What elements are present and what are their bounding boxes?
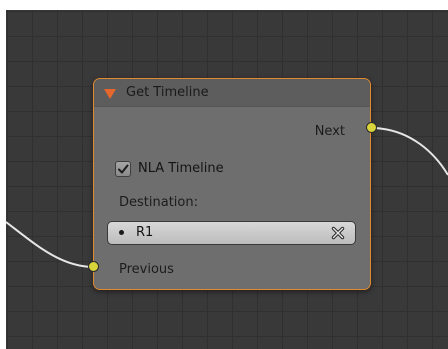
x-icon[interactable] <box>330 225 346 241</box>
dot-icon <box>119 230 124 235</box>
previous-input-socket[interactable] <box>88 261 99 272</box>
destination-field[interactable]: R1 <box>107 221 356 245</box>
node-editor-canvas[interactable]: Get Timeline Next NLA Timeline Destinati… <box>6 10 448 349</box>
nla-timeline-label[interactable]: NLA Timeline <box>138 161 224 176</box>
node-header[interactable]: Get Timeline <box>94 79 370 107</box>
triangle-down-icon[interactable] <box>104 89 116 99</box>
wire-previous-connection[interactable] <box>6 221 95 268</box>
wire-next-connection[interactable] <box>370 127 448 176</box>
previous-input-label: Previous <box>119 262 174 277</box>
next-output-label: Next <box>314 124 345 139</box>
nla-timeline-checkbox[interactable] <box>115 161 131 177</box>
destination-value: R1 <box>136 225 154 240</box>
get-timeline-node[interactable]: Get Timeline Next NLA Timeline Destinati… <box>93 78 371 290</box>
node-title: Get Timeline <box>126 85 209 100</box>
destination-label: Destination: <box>119 195 198 210</box>
checkmark-icon <box>118 164 129 174</box>
next-output-socket[interactable] <box>366 122 377 133</box>
